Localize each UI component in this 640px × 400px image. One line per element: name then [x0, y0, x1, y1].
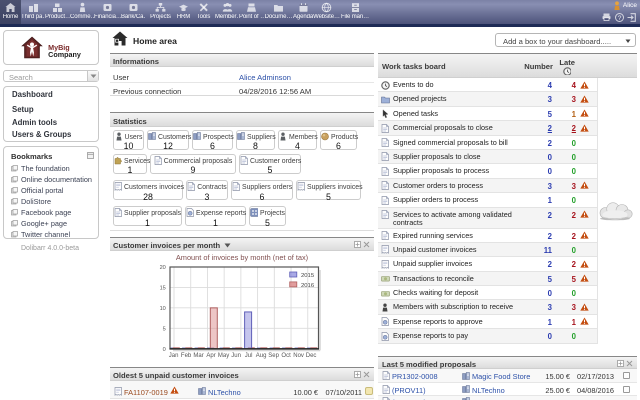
svg-text:0: 0: [163, 347, 166, 353]
svg-text:Feb: Feb: [181, 353, 192, 359]
svg-text:Oct: Oct: [281, 353, 291, 359]
svg-text:May: May: [218, 353, 229, 359]
svg-text:Jun: Jun: [231, 353, 241, 359]
svg-text:Nov: Nov: [293, 353, 304, 359]
svg-text:Dec: Dec: [306, 353, 317, 359]
svg-text:Jul: Jul: [245, 353, 253, 359]
svg-text:Jan: Jan: [169, 353, 179, 359]
svg-text:20: 20: [160, 265, 166, 271]
svg-text:5: 5: [163, 326, 166, 332]
svg-text:2016: 2016: [301, 283, 315, 289]
svg-text:2015: 2015: [301, 273, 315, 279]
svg-text:15: 15: [160, 286, 166, 292]
svg-text:Aug: Aug: [256, 353, 267, 359]
svg-text:Sep: Sep: [268, 353, 279, 359]
svg-text:Apr: Apr: [206, 353, 215, 359]
svg-text:Mar: Mar: [193, 353, 203, 359]
svg-text:10: 10: [160, 306, 166, 312]
svg-text:?: ?: [618, 14, 622, 21]
